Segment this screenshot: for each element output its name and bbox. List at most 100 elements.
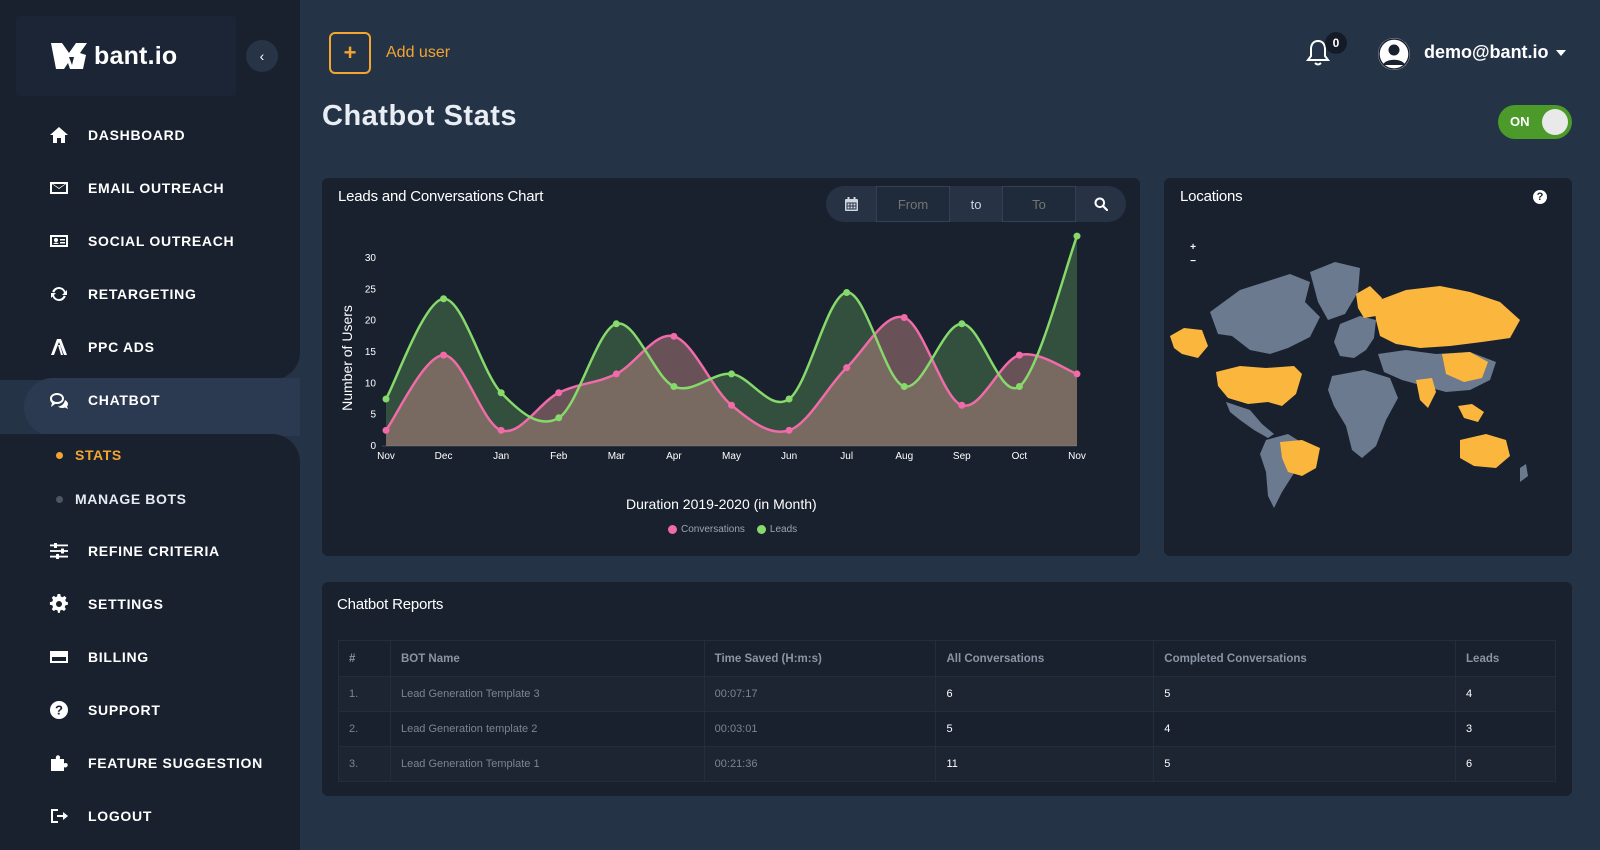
map-region-mexico[interactable]: [1226, 402, 1274, 438]
map-region-europe[interactable]: [1334, 316, 1376, 358]
column-header[interactable]: Completed Conversations: [1153, 640, 1457, 677]
column-header[interactable]: All Conversations: [935, 640, 1155, 677]
date-to-input[interactable]: [1002, 186, 1076, 222]
table-row[interactable]: 3. Lead Generation Template 1 00:21:36 1…: [338, 746, 1556, 782]
data-point-conversations[interactable]: [382, 426, 390, 434]
sidebar-subitem-stats[interactable]: STATS: [56, 447, 122, 463]
data-point-conversations[interactable]: [785, 426, 793, 434]
avatar[interactable]: [1378, 38, 1410, 70]
all-conversations: 5: [935, 711, 1155, 747]
map-region-alaska[interactable]: [1170, 328, 1208, 358]
bant-logo-icon: [50, 41, 88, 71]
x-tick-label: Oct: [1012, 451, 1028, 462]
data-point-conversations[interactable]: [440, 351, 448, 359]
sidebar-item-ppc-ads[interactable]: PPC ADS: [48, 336, 155, 358]
time-saved: 00:21:36: [703, 746, 937, 782]
svg-text:?: ?: [55, 703, 63, 718]
sidebar-item-retargeting[interactable]: RETARGETING: [48, 283, 197, 305]
y-tick-label: 25: [365, 284, 377, 295]
data-point-conversations[interactable]: [958, 401, 966, 409]
data-point-leads[interactable]: [555, 414, 563, 422]
sidebar-item-label: RETARGETING: [88, 286, 197, 302]
data-point-leads[interactable]: [843, 288, 851, 296]
active-dot-icon: [56, 451, 63, 459]
data-point-conversations[interactable]: [1015, 351, 1023, 359]
x-tick-label: Jun: [781, 451, 797, 462]
map-region-canada[interactable]: [1210, 274, 1320, 354]
data-point-leads[interactable]: [785, 395, 793, 403]
chatbot-reports-table: # BOT Name Time Saved (H:m:s) All Conver…: [338, 640, 1556, 782]
user-menu[interactable]: demo@bant.io: [1424, 42, 1549, 63]
caret-down-icon[interactable]: [1556, 50, 1566, 56]
sidebar-subitem-manage-bots[interactable]: MANAGE BOTS: [56, 491, 187, 507]
sidebar-item-chatbot[interactable]: CHATBOT: [48, 389, 160, 411]
sidebar-item-refine-criteria[interactable]: REFINE CRITERIA: [48, 540, 220, 562]
data-point-leads[interactable]: [958, 320, 966, 328]
question-circle-icon: ?: [48, 699, 70, 721]
column-header[interactable]: #: [338, 640, 391, 677]
data-point-leads[interactable]: [497, 389, 505, 397]
map-region-australia[interactable]: [1460, 434, 1510, 468]
map-region-india[interactable]: [1416, 378, 1436, 408]
sidebar-item-label: EMAIL OUTREACH: [88, 180, 225, 196]
data-point-leads[interactable]: [670, 382, 678, 390]
data-point-leads[interactable]: [1073, 232, 1081, 240]
data-point-leads[interactable]: [900, 382, 908, 390]
data-point-conversations[interactable]: [728, 401, 735, 409]
data-point-leads[interactable]: [382, 395, 390, 403]
data-point-leads[interactable]: [440, 295, 448, 303]
data-point-leads[interactable]: [1015, 382, 1023, 390]
add-user-button[interactable]: +: [329, 32, 371, 74]
credit-card-icon: [48, 646, 70, 668]
map-region-russia[interactable]: [1374, 286, 1520, 348]
data-point-conversations[interactable]: [555, 389, 563, 397]
sidebar-item-email-outreach[interactable]: EMAIL OUTREACH: [48, 177, 224, 199]
column-header[interactable]: Leads: [1455, 640, 1556, 677]
data-point-conversations[interactable]: [1073, 370, 1081, 378]
data-point-leads[interactable]: [612, 320, 620, 328]
add-user-link[interactable]: Add user: [386, 44, 450, 62]
map-zoom-in-button[interactable]: +: [1188, 242, 1198, 253]
map-region-new-zealand[interactable]: [1520, 464, 1528, 482]
chatbot-toggle[interactable]: ON: [1498, 105, 1572, 139]
date-from-input[interactable]: [876, 186, 950, 222]
legend-item-leads[interactable]: Leads: [756, 524, 798, 535]
legend-item-conversations[interactable]: Conversations: [668, 524, 745, 535]
sidebar-item-label: SETTINGS: [88, 596, 164, 612]
x-axis-label: Duration 2019-2020 (in Month): [626, 496, 817, 512]
y-tick-label: 0: [370, 441, 376, 452]
legend-label: Leads: [769, 524, 798, 535]
table-header-row: # BOT Name Time Saved (H:m:s) All Conver…: [338, 640, 1556, 677]
home-icon: [48, 124, 70, 146]
data-point-conversations[interactable]: [612, 370, 620, 378]
map-region-africa[interactable]: [1328, 370, 1398, 458]
data-point-conversations[interactable]: [497, 426, 505, 434]
sidebar-item-billing[interactable]: BILLING: [48, 646, 149, 668]
table-row[interactable]: 2. Lead Generation template 2 00:03:01 5…: [338, 711, 1556, 747]
sidebar-item-social-outreach[interactable]: SOCIAL OUTREACH: [48, 230, 234, 252]
data-point-conversations[interactable]: [843, 364, 851, 372]
data-point-leads[interactable]: [728, 370, 735, 378]
map-region-greenland[interactable]: [1310, 262, 1360, 320]
sidebar-item-feature-suggestion[interactable]: FEATURE SUGGESTION: [48, 752, 263, 774]
column-header[interactable]: Time Saved (H:m:s): [703, 640, 937, 677]
column-header[interactable]: BOT Name: [389, 640, 705, 677]
sidebar-item-support[interactable]: ? SUPPORT: [48, 699, 161, 721]
x-tick-label: Apr: [666, 451, 682, 462]
brand-logo[interactable]: bant.io: [16, 16, 236, 96]
sidebar-item-settings[interactable]: SETTINGS: [48, 593, 164, 615]
map-region-southeast-asia[interactable]: [1458, 404, 1484, 422]
world-map: [1170, 262, 1528, 508]
data-point-conversations[interactable]: [900, 314, 908, 322]
calendar-icon[interactable]: [826, 186, 876, 222]
envelope-icon: [48, 177, 70, 199]
help-icon[interactable]: ?: [1533, 190, 1547, 204]
table-row[interactable]: 1. Lead Generation Template 3 00:07:17 6…: [338, 676, 1556, 712]
sidebar-collapse-button[interactable]: ‹: [246, 40, 278, 72]
sidebar-item-dashboard[interactable]: DASHBOARD: [48, 124, 185, 146]
data-point-conversations[interactable]: [670, 332, 678, 340]
leads-count: 6: [1455, 746, 1556, 782]
sidebar-item-logout[interactable]: LOGOUT: [48, 805, 152, 827]
map-region-usa[interactable]: [1216, 366, 1302, 406]
date-search-button[interactable]: [1076, 186, 1126, 222]
